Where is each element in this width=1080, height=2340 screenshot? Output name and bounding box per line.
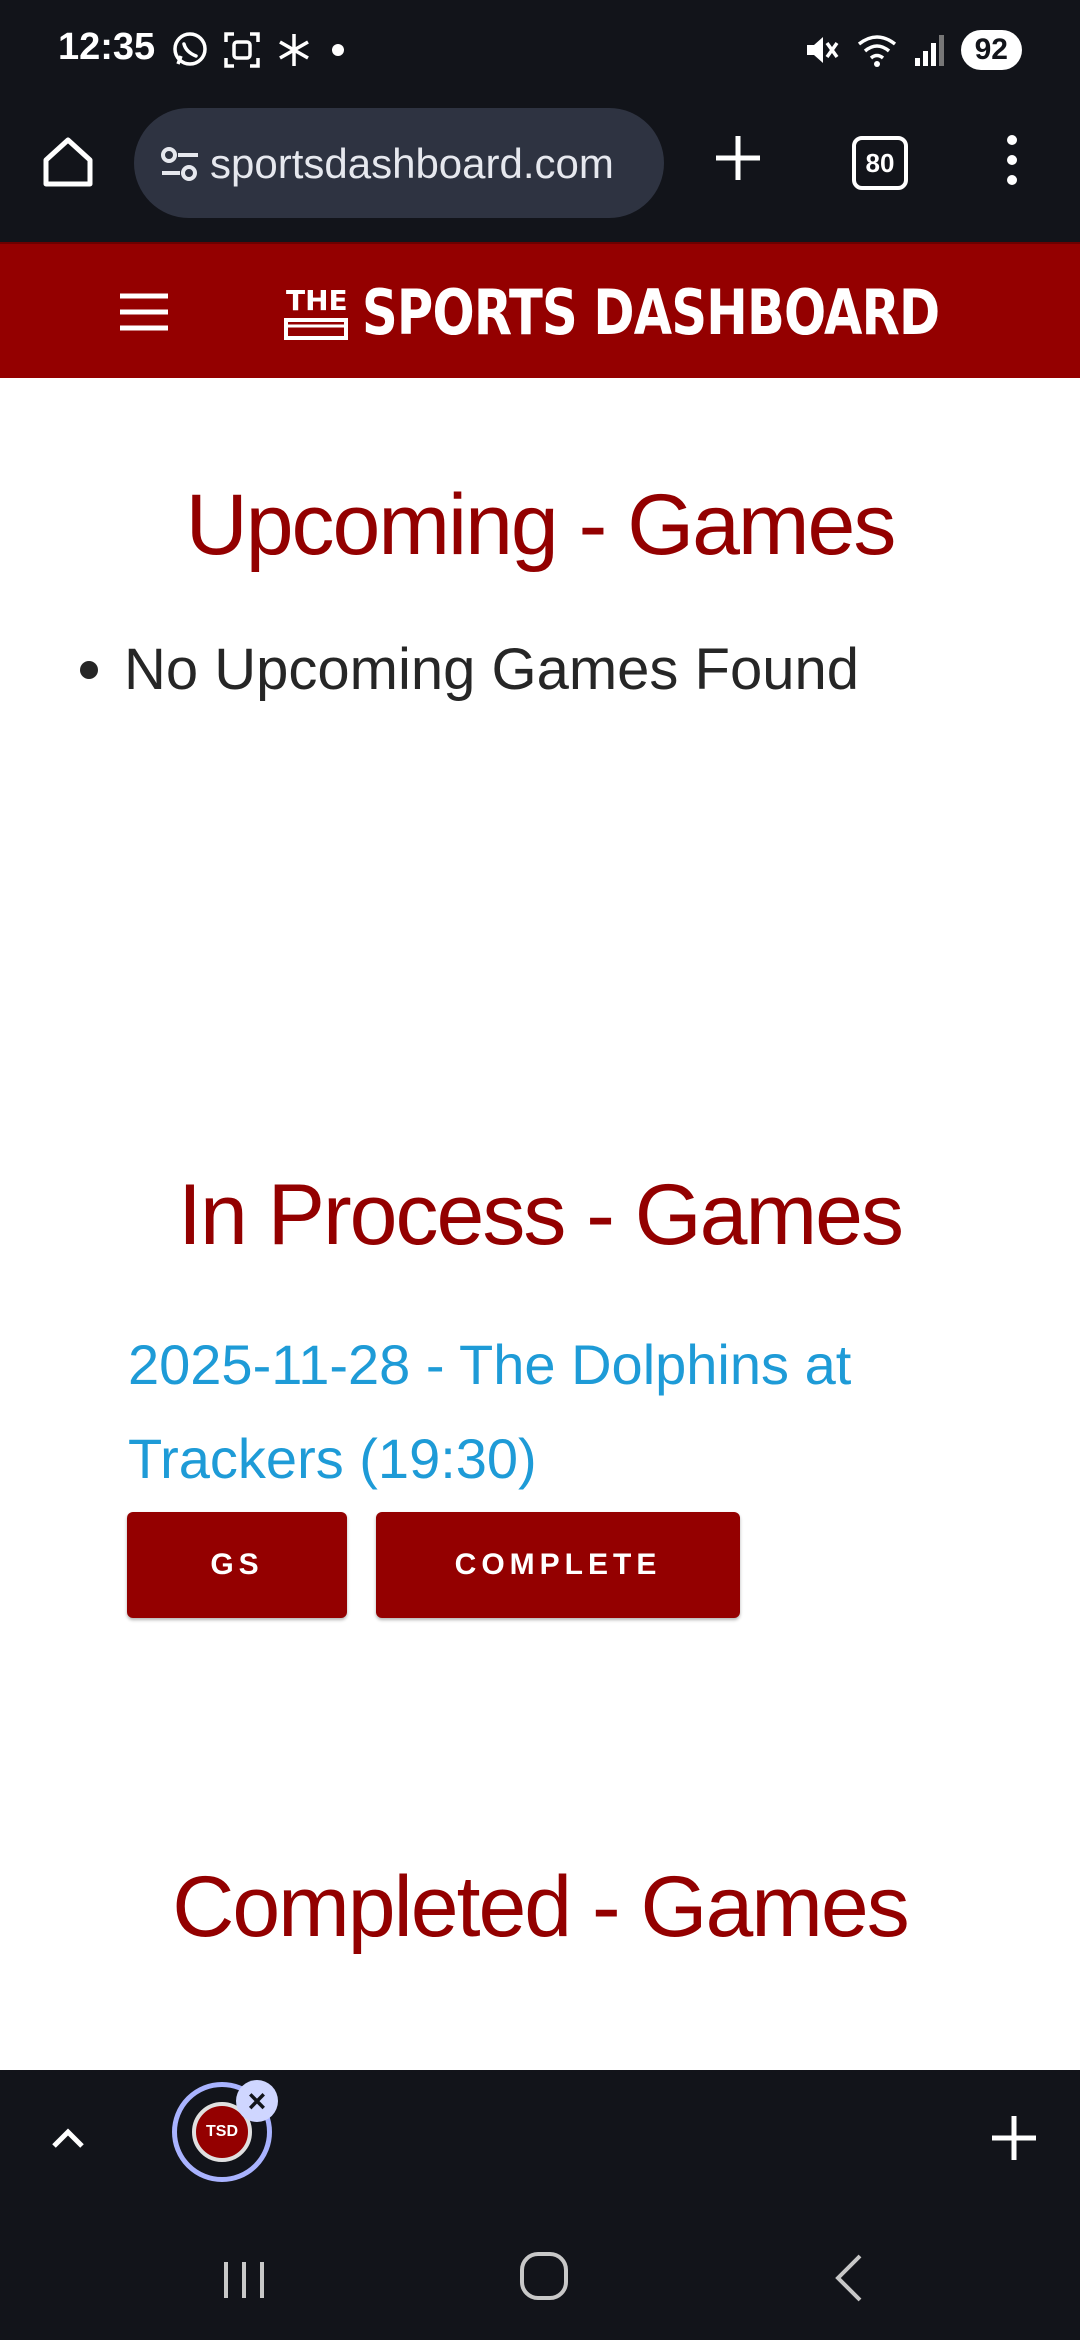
main-content: Upcoming - Games No Upcoming Games Found… — [0, 378, 1080, 2070]
address-bar[interactable]: sportsdashboard.com — [134, 108, 664, 218]
upcoming-games-list: No Upcoming Games Found — [80, 636, 859, 703]
game-link[interactable]: 2025-11-28 - The Dolphins at Trackers (1… — [128, 1318, 948, 1506]
recent-apps-icon[interactable] — [218, 2258, 270, 2302]
tab-switcher-button[interactable]: 80 — [852, 136, 908, 190]
list-item: No Upcoming Games Found — [80, 636, 859, 703]
complete-button[interactable]: COMPLETE — [376, 1512, 740, 1618]
mute-icon — [806, 37, 839, 63]
signal-icon — [914, 35, 944, 66]
home-icon[interactable] — [38, 132, 98, 192]
svg-text:THE: THE — [286, 284, 348, 317]
add-tab-icon[interactable] — [986, 2110, 1042, 2166]
site-header: THE SPORTS DASHBOARD — [0, 242, 1080, 380]
browser-toolbar: sportsdashboard.com 80 — [0, 100, 1080, 242]
dot-icon — [332, 44, 344, 56]
battery-indicator: 92 — [960, 30, 1022, 70]
close-icon[interactable]: × — [236, 2080, 278, 2122]
gs-button[interactable]: GS — [127, 1512, 347, 1618]
site-logo[interactable]: THE SPORTS DASHBOARD — [282, 272, 1080, 352]
upcoming-games-title: Upcoming - Games — [185, 477, 897, 573]
logo-text: SPORTS DASHBOARD — [362, 275, 940, 349]
wifi-icon — [857, 35, 896, 67]
whatsapp-icon — [173, 32, 207, 66]
status-system-icons: 92 — [801, 28, 1022, 72]
nav-home-icon[interactable] — [518, 2250, 570, 2302]
snowflake-icon — [279, 34, 309, 66]
url-text[interactable]: sportsdashboard.com — [210, 136, 650, 192]
system-navigation-bar — [0, 2206, 1080, 2340]
logo-mark: THE — [284, 284, 348, 340]
screenshot-icon — [224, 32, 260, 68]
back-icon[interactable] — [828, 2250, 868, 2306]
in-process-games-title: In Process - Games — [178, 1167, 904, 1263]
more-menu-icon[interactable] — [1000, 130, 1024, 190]
browser-bottom-toolbar: TSD × — [0, 2070, 1080, 2206]
hamburger-menu-icon[interactable] — [116, 284, 172, 340]
empty-message: No Upcoming Games Found — [124, 637, 859, 702]
status-notification-icons — [170, 28, 350, 72]
new-tab-icon[interactable] — [708, 128, 768, 188]
status-bar: 12:35 92 — [0, 0, 1080, 100]
chevron-up-icon[interactable] — [44, 2120, 92, 2156]
site-settings-icon[interactable] — [158, 142, 202, 186]
status-time: 12:35 — [58, 26, 156, 68]
completed-games-title: Completed - Games — [172, 1859, 910, 1955]
bullet-icon — [80, 660, 98, 679]
